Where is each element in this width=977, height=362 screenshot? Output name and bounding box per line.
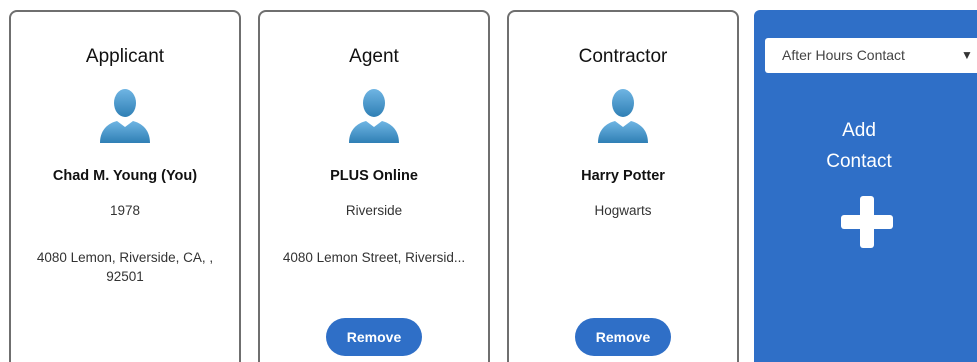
card-role-title: Contractor [578, 46, 668, 67]
contact-card-applicant: Applicant Chad M. Young (You) 1978 4080 … [9, 10, 241, 362]
user-avatar-icon [598, 89, 648, 143]
contact-name: Harry Potter [581, 168, 665, 184]
contact-card-contractor: Contractor Harry Potter Hogwarts Remove [507, 10, 739, 362]
card-role-title: Applicant [85, 46, 165, 67]
add-contact-card[interactable]: After Hours Contact ▼ Add Contact [754, 10, 977, 362]
dropdown-arrow-icon: ▼ [961, 48, 973, 62]
remove-button[interactable]: Remove [575, 318, 671, 356]
add-contact-label-line2: Contact [826, 151, 892, 172]
contact-card-agent: Agent PLUS Online Riverside 4080 Lemon S… [258, 10, 490, 362]
add-contact-label: Add Contact [754, 115, 964, 177]
contact-type-value: After Hours Contact [782, 47, 905, 63]
contact-address: 4080 Lemon, Riverside, CA, , 92501 [36, 250, 214, 284]
user-avatar-icon [349, 89, 399, 143]
contact-type-select[interactable]: After Hours Contact ▼ [765, 38, 977, 73]
contact-name: Chad M. Young (You) [52, 168, 198, 184]
add-contact-label-line1: Add [842, 120, 876, 141]
remove-button[interactable]: Remove [326, 318, 422, 356]
plus-icon[interactable] [841, 196, 893, 248]
contact-address: 4080 Lemon Street, Riversid... [282, 250, 466, 265]
contacts-panel: Applicant Chad M. Young (You) 1978 4080 … [0, 0, 977, 362]
contact-detail: Hogwarts [594, 203, 652, 218]
contact-detail: Riverside [345, 203, 403, 218]
contact-name: PLUS Online [330, 168, 418, 184]
contact-detail: 1978 [109, 203, 141, 218]
card-role-title: Agent [349, 46, 399, 67]
user-avatar-icon [100, 89, 150, 143]
